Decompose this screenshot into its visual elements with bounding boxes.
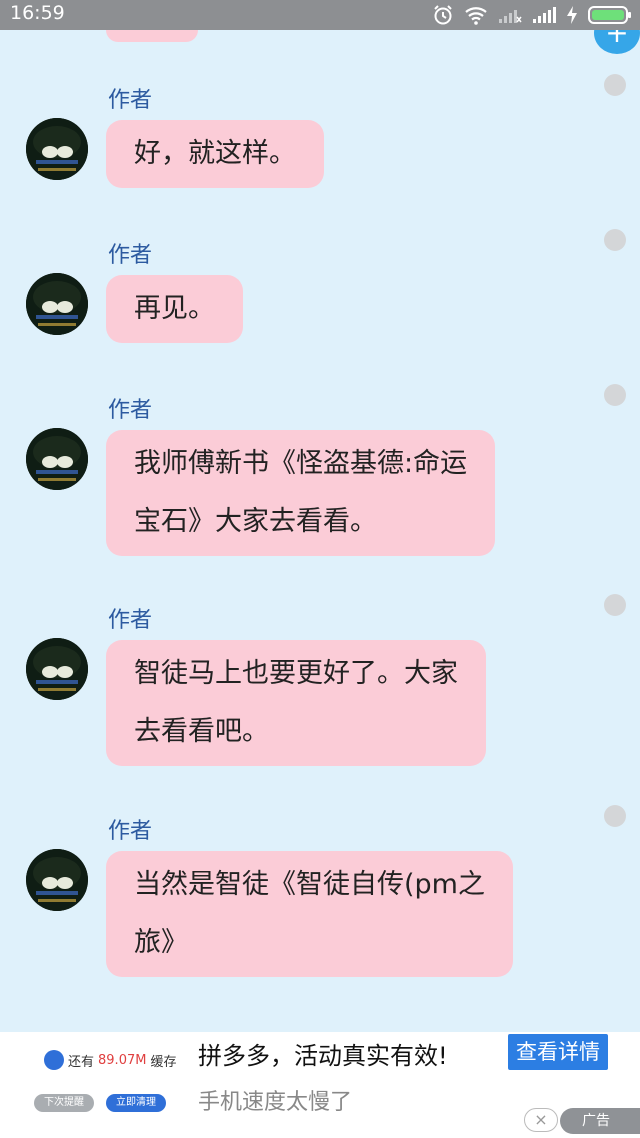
avatar[interactable]: [26, 638, 88, 700]
charging-icon: [566, 5, 578, 25]
ad-headline[interactable]: 拼多多，活动真实有效!: [198, 1036, 448, 1071]
view-details-button[interactable]: 查看详情: [508, 1034, 608, 1070]
author-name: 作者: [108, 819, 153, 844]
add-button[interactable]: +: [594, 30, 640, 54]
status-dot: [604, 384, 626, 406]
broom-icon: [44, 1050, 64, 1070]
cache-suffix: 缓存: [150, 1054, 177, 1070]
message-text: 好，就这样。: [134, 138, 296, 169]
close-ad-button[interactable]: ×: [524, 1108, 558, 1132]
message-text-line: 智徒马上也要更好了。大家: [134, 658, 458, 689]
ad-banner[interactable]: 还有 89.07M 缓存 下次提醒 立即清理 拼多多，活动真实有效! 手机速度太慢了…: [0, 1032, 640, 1138]
status-dot: [604, 805, 626, 827]
message-text-line: 当然是智徒《智徒自传(pm之: [134, 869, 485, 900]
status-bar: 16:59: [0, 0, 640, 30]
author-name: 作者: [108, 398, 153, 423]
chat-area[interactable]: + 作者 好，就这样。 作者 再见。 作者 我师傅新书《怪盗基德:命运 宝石》大…: [0, 30, 640, 1032]
message-bubble[interactable]: 智徒马上也要更好了。大家 去看看吧。: [106, 640, 486, 766]
status-time: 16:59: [10, 2, 65, 24]
clean-now-button[interactable]: 立即清理: [106, 1094, 166, 1112]
ad-tag: 广告: [560, 1108, 640, 1134]
avatar[interactable]: [26, 118, 88, 180]
author-name: 作者: [108, 608, 153, 633]
message-bubble[interactable]: 当然是智徒《智徒自传(pm之 旅》: [106, 851, 513, 977]
avatar[interactable]: [26, 428, 88, 490]
ad-tag-label: 广告: [582, 1113, 610, 1129]
message-bubble[interactable]: 好，就这样。: [106, 120, 324, 188]
avatar[interactable]: [26, 849, 88, 911]
battery-icon: [588, 5, 632, 25]
message-bubble[interactable]: 再见。: [106, 275, 243, 343]
ad-subtitle: 手机速度太慢了: [198, 1090, 353, 1115]
author-name: 作者: [108, 88, 153, 113]
alarm-icon: [432, 4, 454, 26]
cache-info: 还有 89.07M 缓存: [44, 1046, 184, 1074]
message-text-line: 我师傅新书《怪盗基德:命运: [134, 448, 468, 479]
message-text-line: 旅》: [134, 927, 188, 958]
previous-message-bubble: [106, 30, 198, 42]
cache-size: 89.07M: [98, 1052, 147, 1068]
status-dot: [604, 74, 626, 96]
wifi-icon: [464, 5, 488, 25]
cellular-signal-full-icon: [532, 6, 556, 24]
message-text-line: 宝石》大家去看看。: [134, 506, 377, 537]
avatar[interactable]: [26, 273, 88, 335]
cache-prefix: 还有: [68, 1054, 95, 1070]
author-name: 作者: [108, 243, 153, 268]
remind-later-button[interactable]: 下次提醒: [34, 1094, 94, 1112]
cellular-signal-weak-icon: [498, 6, 522, 24]
message-text: 再见。: [134, 293, 215, 324]
status-dot: [604, 594, 626, 616]
message-bubble[interactable]: 我师傅新书《怪盗基德:命运 宝石》大家去看看。: [106, 430, 496, 556]
status-dot: [604, 229, 626, 251]
message-text-line: 去看看吧。: [134, 716, 269, 747]
